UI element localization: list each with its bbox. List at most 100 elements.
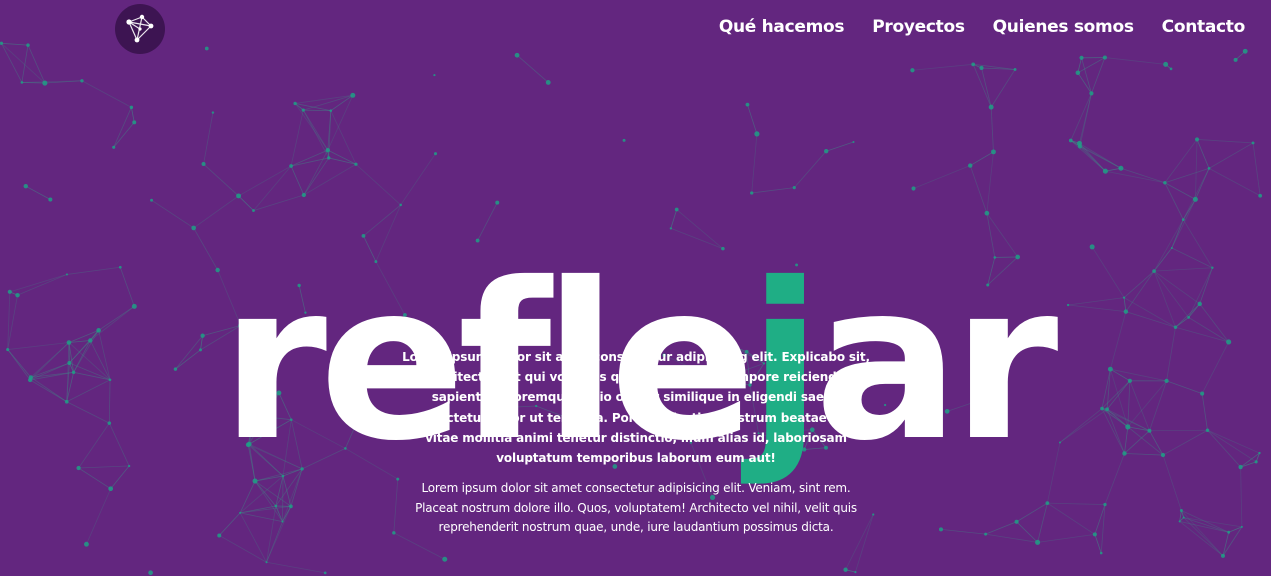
network-node bbox=[301, 192, 306, 198]
network-node bbox=[938, 527, 943, 532]
network-link bbox=[477, 202, 498, 241]
network-node bbox=[1181, 218, 1185, 221]
network-link bbox=[291, 157, 329, 167]
network-node bbox=[1035, 539, 1041, 545]
network-link bbox=[1222, 532, 1230, 556]
network-node bbox=[1192, 196, 1198, 202]
network-node bbox=[1240, 525, 1243, 528]
network-link bbox=[302, 109, 329, 151]
network-node bbox=[988, 104, 994, 110]
network-node bbox=[911, 186, 916, 191]
network-link bbox=[826, 141, 854, 152]
network-node bbox=[191, 225, 197, 231]
network-node bbox=[1220, 553, 1225, 558]
network-link bbox=[1047, 502, 1106, 505]
network-link bbox=[328, 157, 357, 165]
network-node bbox=[1103, 502, 1107, 507]
network-link bbox=[303, 109, 331, 112]
network-node bbox=[1233, 57, 1238, 62]
network-node bbox=[1099, 551, 1103, 555]
network-node bbox=[1178, 520, 1181, 523]
network-node bbox=[1163, 61, 1169, 67]
network-node bbox=[204, 46, 209, 51]
network-link bbox=[940, 528, 986, 535]
network-node bbox=[281, 520, 284, 523]
network-link bbox=[1164, 167, 1210, 184]
nav-link-proyectos[interactable]: Proyectos bbox=[872, 17, 965, 37]
network-link bbox=[985, 533, 1038, 543]
network-link bbox=[1077, 57, 1082, 73]
logo[interactable] bbox=[115, 4, 165, 54]
network-node bbox=[1179, 509, 1183, 513]
network-node bbox=[354, 162, 358, 166]
network-link bbox=[1079, 93, 1092, 147]
network-link bbox=[131, 107, 135, 123]
network-node bbox=[1118, 165, 1124, 171]
network-link bbox=[1037, 534, 1095, 543]
network-node bbox=[792, 186, 796, 190]
network-node bbox=[274, 504, 278, 508]
network-link bbox=[240, 512, 283, 523]
network-link bbox=[970, 151, 994, 166]
network-link bbox=[1047, 502, 1096, 535]
network-node bbox=[1251, 141, 1255, 145]
network-node bbox=[669, 227, 673, 230]
network-node bbox=[979, 65, 984, 71]
network-link bbox=[302, 109, 330, 159]
network-node bbox=[236, 193, 242, 199]
nav-link-que-hacemos[interactable]: Qué hacemos bbox=[719, 17, 845, 37]
network-link bbox=[913, 165, 971, 189]
network-node bbox=[1207, 167, 1211, 170]
network-link bbox=[1171, 199, 1196, 249]
network-link bbox=[218, 512, 241, 536]
network-link bbox=[1, 42, 29, 46]
network-link bbox=[327, 149, 357, 165]
network-link bbox=[1252, 142, 1261, 196]
network-node bbox=[1077, 144, 1083, 149]
network-node bbox=[132, 120, 137, 125]
network-node bbox=[971, 62, 976, 67]
nav-link-quienes-somos[interactable]: Quienes somos bbox=[993, 17, 1134, 37]
network-link bbox=[751, 187, 795, 194]
network-node bbox=[1169, 67, 1173, 71]
network-node bbox=[129, 105, 134, 110]
network-node bbox=[984, 210, 990, 216]
network-link bbox=[295, 94, 353, 104]
network-node bbox=[910, 68, 915, 73]
network-link bbox=[266, 521, 283, 563]
network-node bbox=[23, 183, 28, 189]
network-node bbox=[239, 511, 242, 514]
network-link bbox=[985, 521, 1017, 535]
network-link bbox=[203, 112, 214, 165]
network-node bbox=[843, 567, 848, 572]
network-link bbox=[290, 149, 328, 167]
network-node bbox=[148, 570, 153, 576]
network-node bbox=[252, 209, 255, 212]
network-node bbox=[48, 197, 53, 202]
network-node bbox=[293, 101, 297, 106]
network-link bbox=[78, 467, 111, 490]
network-link bbox=[1104, 57, 1166, 65]
network-node bbox=[42, 80, 48, 86]
network-node bbox=[872, 513, 875, 516]
network-node bbox=[824, 149, 829, 154]
network-link bbox=[253, 165, 292, 211]
network-node bbox=[1102, 55, 1107, 60]
network-node bbox=[289, 504, 293, 509]
network-node bbox=[442, 556, 448, 562]
network-node bbox=[323, 571, 327, 575]
network-link bbox=[986, 151, 994, 214]
network-link bbox=[253, 194, 304, 211]
network-node bbox=[1194, 137, 1200, 142]
network-node bbox=[26, 43, 30, 47]
network-node bbox=[514, 52, 520, 58]
network-link bbox=[21, 82, 45, 84]
network-node bbox=[852, 140, 855, 144]
main-nav: Qué hacemos Proyectos Quienes somos Cont… bbox=[719, 17, 1245, 37]
network-link bbox=[282, 506, 292, 522]
network-link bbox=[400, 153, 436, 206]
nav-link-contacto[interactable]: Contacto bbox=[1162, 17, 1246, 37]
network-link bbox=[793, 150, 827, 188]
network-node bbox=[150, 198, 153, 202]
network-link bbox=[303, 157, 330, 196]
